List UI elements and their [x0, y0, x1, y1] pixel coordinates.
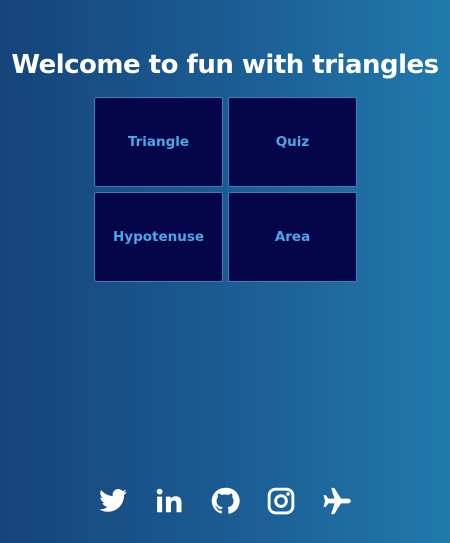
- quiz-button[interactable]: Quiz: [228, 97, 357, 187]
- hypotenuse-button[interactable]: Hypotenuse: [94, 192, 223, 282]
- airplane-link[interactable]: [322, 486, 352, 516]
- instagram-icon: [267, 487, 295, 515]
- menu-grid: Triangle Quiz Hypotenuse Area: [94, 97, 357, 282]
- twitter-icon: [99, 489, 127, 512]
- triangle-button[interactable]: Triangle: [94, 97, 223, 187]
- area-button[interactable]: Area: [228, 192, 357, 282]
- page-title: Welcome to fun with triangles: [11, 50, 439, 80]
- twitter-link[interactable]: [98, 486, 128, 516]
- instagram-link[interactable]: [266, 486, 296, 516]
- github-link[interactable]: [210, 486, 240, 516]
- airplane-icon: [323, 487, 351, 515]
- linkedin-link[interactable]: [154, 486, 184, 516]
- linkedin-icon: [156, 488, 182, 513]
- github-icon: [211, 487, 240, 514]
- social-links: [0, 486, 450, 516]
